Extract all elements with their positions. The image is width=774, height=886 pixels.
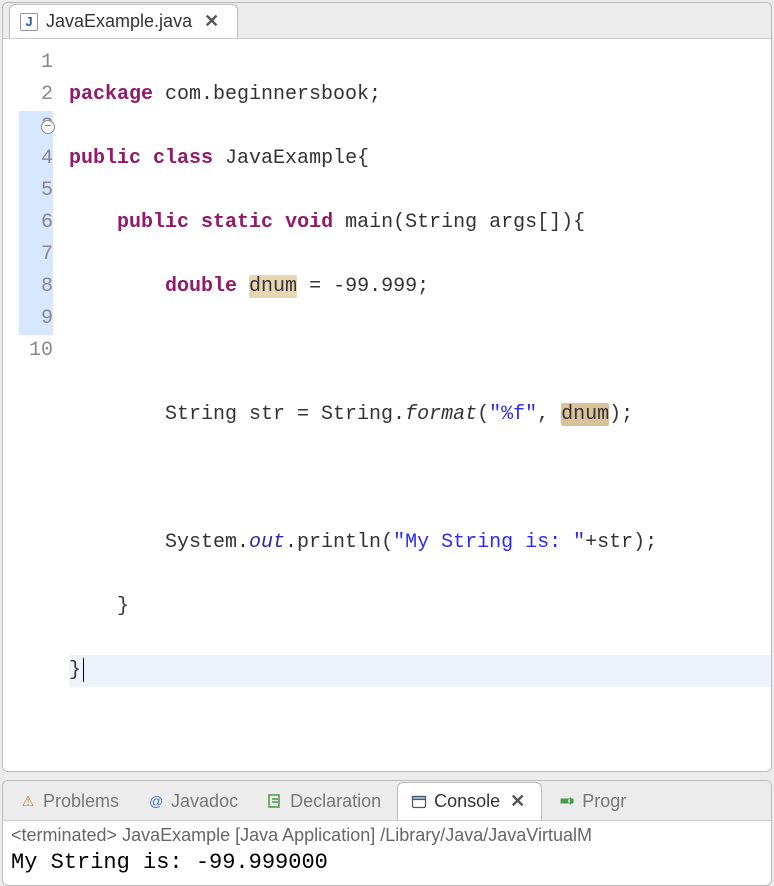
tab-progress[interactable]: Progr <box>546 782 638 820</box>
bottom-panel: ⚠ Problems @ Javadoc Declaration Console… <box>2 780 772 886</box>
declaration-icon <box>266 792 284 810</box>
close-view-icon[interactable]: ✕ <box>506 791 529 813</box>
editor-panel: J JavaExample.java ✕ 1 2 3 − 4 5 6 7 8 9… <box>2 2 772 772</box>
text-cursor <box>83 658 84 682</box>
progress-icon <box>558 792 576 810</box>
line-number: 3 − <box>19 111 53 143</box>
line-number: 8 <box>19 271 53 303</box>
line-number-gutter: 1 2 3 − 4 5 6 7 8 9 10 <box>19 47 63 751</box>
line-number: 6 <box>19 207 53 239</box>
code-area[interactable]: 1 2 3 − 4 5 6 7 8 9 10 package com.begin… <box>3 39 771 771</box>
fold-toggle-icon[interactable]: − <box>41 120 55 134</box>
view-tabbar: ⚠ Problems @ Javadoc Declaration Console… <box>3 781 771 821</box>
console-icon <box>410 793 428 811</box>
close-tab-icon[interactable]: ✕ <box>200 11 223 33</box>
tab-declaration[interactable]: Declaration <box>254 782 393 820</box>
console-body: <terminated> JavaExample [Java Applicati… <box>3 821 771 885</box>
line-number: 1 <box>19 47 53 79</box>
line-number: 5 <box>19 175 53 207</box>
tab-label: Console <box>434 791 500 812</box>
tab-console[interactable]: Console ✕ <box>397 782 542 820</box>
tab-label: Progr <box>582 791 626 812</box>
editor-tab-title: JavaExample.java <box>46 11 192 32</box>
problems-icon: ⚠ <box>19 792 37 810</box>
line-number: 7 <box>19 239 53 271</box>
tab-label: Declaration <box>290 791 381 812</box>
fold-bar <box>3 47 19 751</box>
editor-tab[interactable]: J JavaExample.java ✕ <box>9 4 238 38</box>
tab-problems[interactable]: ⚠ Problems <box>7 782 131 820</box>
line-number: 10 <box>19 335 53 367</box>
line-number: 9 <box>19 303 53 335</box>
java-file-icon: J <box>20 13 38 31</box>
javadoc-icon: @ <box>147 792 165 810</box>
tab-label: Problems <box>43 791 119 812</box>
line-number: 4 <box>19 143 53 175</box>
editor-tabbar: J JavaExample.java ✕ <box>3 3 771 39</box>
line-number: 2 <box>19 79 53 111</box>
code-text[interactable]: package com.beginnersbook; public class … <box>63 47 771 751</box>
tab-javadoc[interactable]: @ Javadoc <box>135 782 250 820</box>
console-status: <terminated> JavaExample [Java Applicati… <box>11 825 763 846</box>
console-output: My String is: -99.999000 <box>11 850 763 875</box>
tab-label: Javadoc <box>171 791 238 812</box>
